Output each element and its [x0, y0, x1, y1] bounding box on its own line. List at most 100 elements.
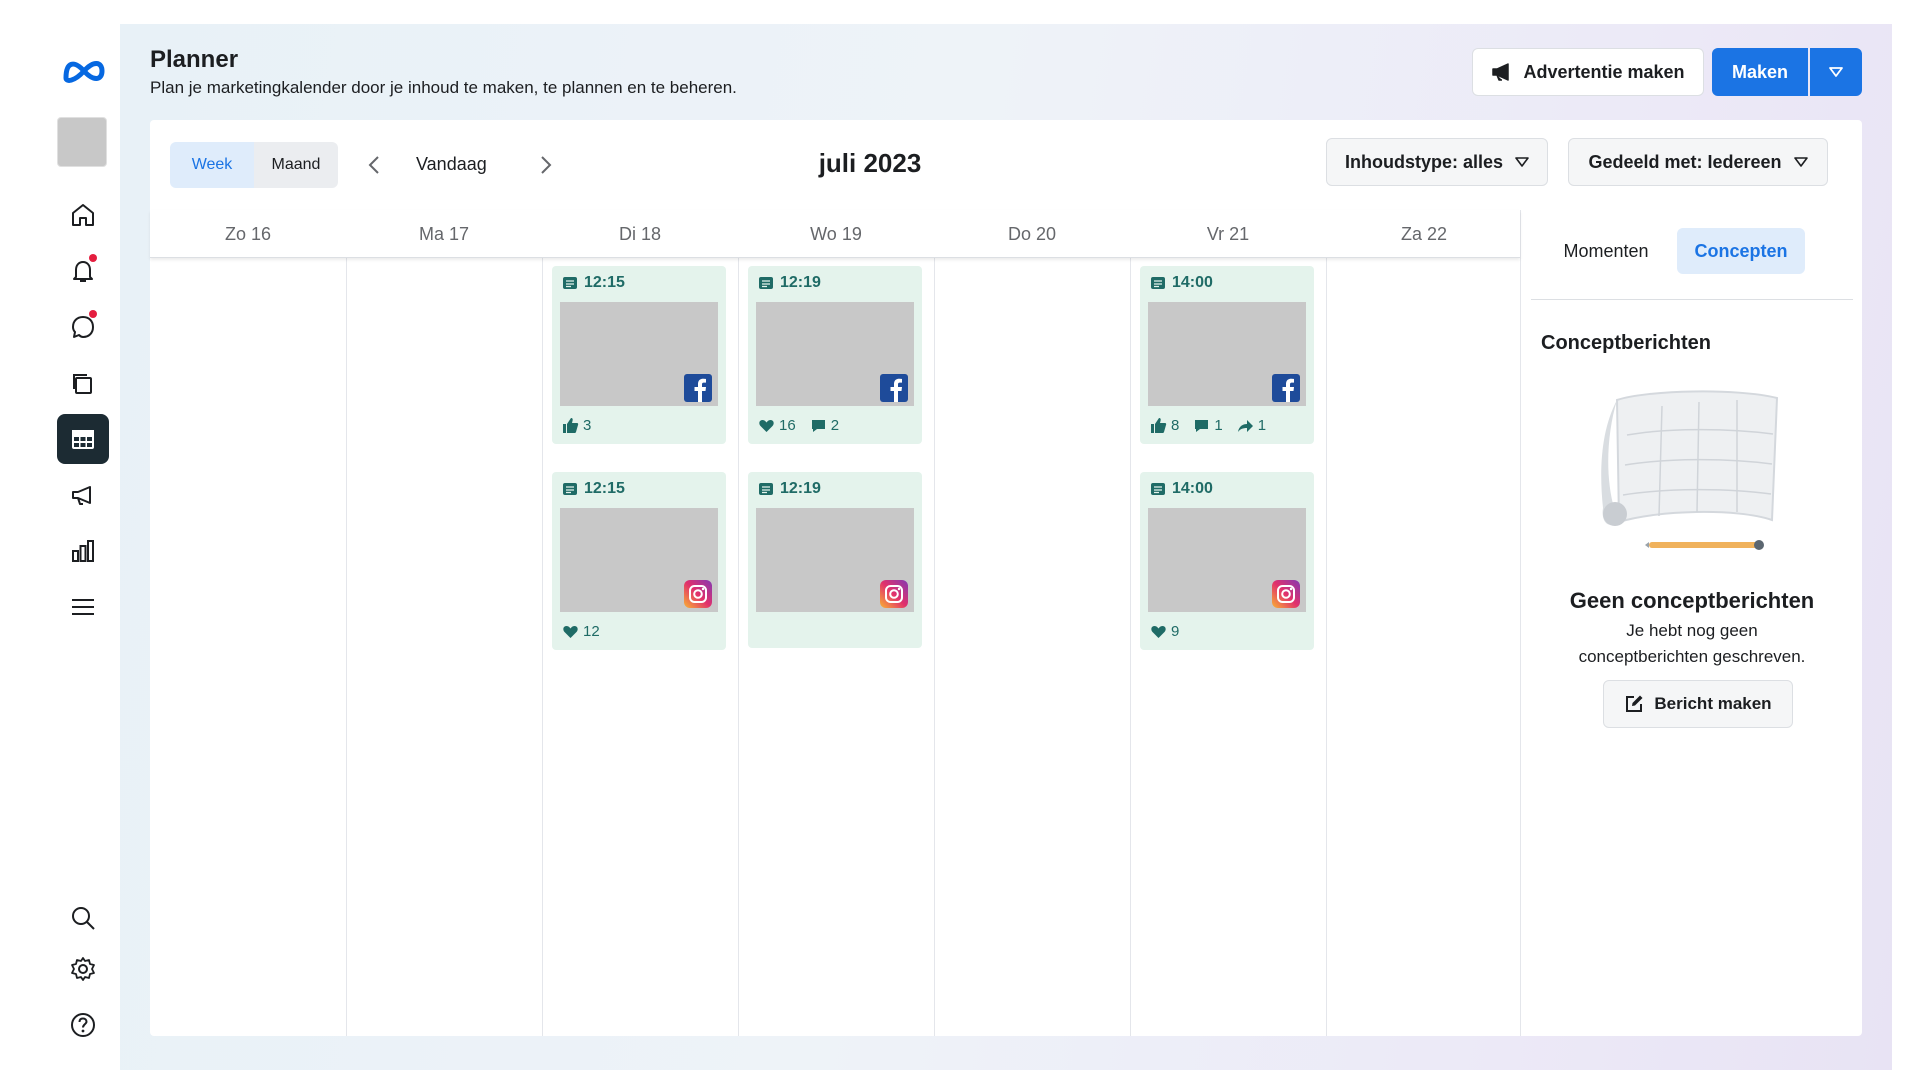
ads-button[interactable]: [57, 470, 109, 520]
post-stats: 9: [1150, 622, 1179, 640]
day-header: Vr 21: [1206, 223, 1250, 244]
notifications-button[interactable]: [57, 246, 109, 296]
day-header: Ma 17: [418, 223, 470, 244]
edit-icon: [1626, 695, 1643, 712]
home-icon: [72, 204, 94, 226]
post-time: 12:19: [758, 274, 821, 292]
content-type-filter[interactable]: Inhoudstype: alles: [1326, 138, 1548, 186]
scheduled-post-facebook[interactable]: 12:15 3: [552, 266, 726, 444]
post-icon: [759, 483, 773, 495]
post-thumbnail: [560, 302, 718, 406]
post-time-label: 12:15: [584, 274, 625, 291]
chevron-left-icon[interactable]: [360, 150, 390, 180]
post-time: 14:00: [1150, 480, 1213, 498]
today-button[interactable]: Vandaag: [416, 154, 487, 175]
pages-icon: [73, 374, 92, 394]
hearts-count: 12: [583, 622, 600, 640]
likes-stat: 8: [1150, 417, 1179, 434]
facebook-icon: [684, 374, 712, 402]
day-header: Do 20: [1007, 223, 1057, 244]
left-rail: [0, 0, 120, 1080]
post-icon: [1151, 483, 1165, 495]
help-icon: [71, 1013, 95, 1037]
share-icon: [1237, 419, 1253, 432]
search-icon: [72, 907, 95, 930]
thumbs-up-icon: [1151, 417, 1167, 433]
create-post-button[interactable]: Bericht maken: [1603, 680, 1793, 728]
day-header: Za 22: [1400, 223, 1448, 244]
post-time: 14:00: [1150, 274, 1213, 292]
comments-stat: 1: [1193, 416, 1223, 434]
day-column-divider: [346, 258, 347, 1036]
comments-stat: 2: [810, 417, 839, 434]
day-column-divider: [934, 258, 935, 1036]
insights-button[interactable]: [57, 526, 109, 576]
heart-icon: [563, 625, 578, 638]
empty-state-text: Je hebt nog geen conceptberichten geschr…: [1578, 621, 1806, 666]
page-subtitle: Plan je marketingkalender door je inhoud…: [150, 78, 737, 97]
scheduled-post-facebook[interactable]: 12:19 16 2: [748, 266, 922, 444]
create-ad-button[interactable]: Advertentie maken: [1472, 48, 1704, 96]
page-title: Planner: [150, 46, 239, 73]
post-stats: 3: [562, 416, 591, 434]
day-column-divider: [542, 258, 543, 1036]
post-icon: [563, 483, 577, 495]
tab-moments[interactable]: Momenten: [1541, 228, 1671, 274]
settings-button[interactable]: [57, 944, 109, 994]
likes-stat: 3: [562, 417, 591, 434]
current-month: juli 2023: [818, 148, 922, 178]
view-month-button[interactable]: Maand: [254, 142, 338, 188]
post-stats: 16 2: [758, 416, 839, 434]
comment-icon: [811, 419, 825, 432]
post-time-label: 14:00: [1172, 274, 1213, 291]
post-time-label: 14:00: [1172, 480, 1213, 497]
view-toggle: Week Maand: [170, 142, 338, 188]
post-icon: [563, 277, 577, 289]
scheduled-post-instagram[interactable]: 12:15 12: [552, 472, 726, 650]
post-thumbnail: [560, 508, 718, 612]
hearts-stat: 12: [562, 623, 600, 640]
post-icon: [759, 277, 773, 289]
post-time: 12:15: [562, 480, 625, 498]
shared-with-filter[interactable]: Gedeeld met: Iedereen: [1568, 138, 1828, 186]
notification-badge: [89, 254, 97, 262]
planner-button[interactable]: [57, 414, 109, 464]
tab-drafts[interactable]: Concepten: [1677, 228, 1805, 274]
help-button[interactable]: [57, 1000, 109, 1050]
scheduled-post-facebook[interactable]: 14:00 8 1 1: [1140, 266, 1314, 444]
comments-count: 1: [1214, 416, 1223, 434]
drafts-panel: Momenten Concepten Conceptberichten Geen…: [1520, 210, 1862, 1036]
post-stats: 12: [562, 622, 600, 640]
shares-count: 1: [1257, 416, 1267, 434]
shared-with-filter-label: Gedeeld met: Iedereen: [1588, 151, 1782, 172]
day-column-divider: [1326, 258, 1327, 1036]
search-button[interactable]: [57, 893, 109, 943]
main-frame: Planner Plan je marketingkalender door j…: [120, 24, 1892, 1070]
meta-logo-icon[interactable]: [60, 52, 108, 90]
hearts-stat: 9: [1150, 623, 1179, 640]
create-dropdown-button[interactable]: [1810, 48, 1862, 96]
chevron-right-icon[interactable]: [530, 150, 560, 180]
megaphone-icon: [1492, 63, 1510, 81]
create-button[interactable]: Maken: [1712, 48, 1808, 96]
inbox-button[interactable]: [57, 302, 109, 352]
caret-down-icon: [1515, 157, 1529, 167]
page-avatar[interactable]: [57, 117, 107, 167]
thumbs-up-icon: [563, 417, 579, 433]
calendar-icon: [72, 430, 94, 449]
planner-card: Week Maand Vandaag juli 2023 Inhoudstype…: [150, 120, 1862, 1036]
home-button[interactable]: [57, 190, 109, 240]
content-button[interactable]: [57, 358, 109, 408]
instagram-icon: [880, 580, 908, 608]
post-time-label: 12:15: [584, 480, 625, 497]
instagram-icon: [684, 580, 712, 608]
post-thumbnail: [1148, 508, 1306, 612]
view-week-button[interactable]: Week: [170, 142, 254, 188]
post-thumbnail: [756, 302, 914, 406]
day-column-divider: [738, 258, 739, 1036]
scheduled-post-instagram[interactable]: 12:19: [748, 472, 922, 648]
scheduled-post-instagram[interactable]: 14:00 9: [1140, 472, 1314, 650]
all-tools-button[interactable]: [57, 582, 109, 632]
menu-icon: [72, 599, 94, 615]
heart-icon: [1151, 625, 1166, 638]
